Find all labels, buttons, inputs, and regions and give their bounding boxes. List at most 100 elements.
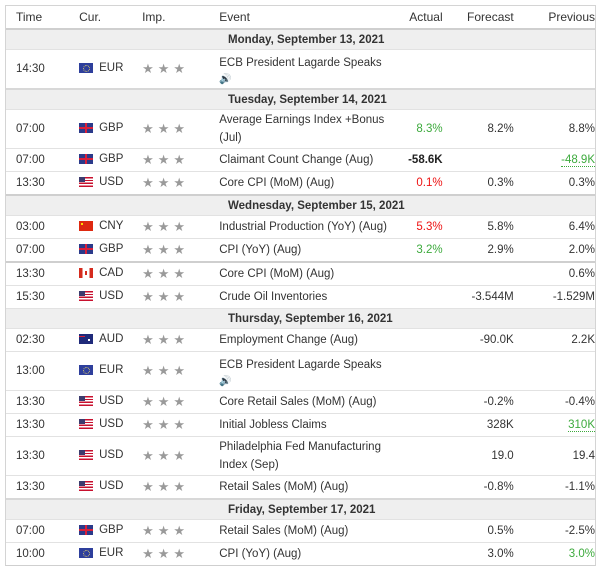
currency-code: GBP (99, 524, 124, 536)
event-name-cell[interactable]: Core Retail Sales (MoM) (Aug) (219, 390, 394, 414)
importance-stars-icon: ★★★ (142, 242, 190, 257)
importance-cell: ★★★ (142, 49, 220, 90)
event-currency-cell: CNY (79, 215, 143, 239)
cny-flag-icon (79, 221, 94, 231)
event-row[interactable]: 15:30 USD ★★★ Crude Oil Inventories -3.544M -… (6, 285, 595, 309)
event-row[interactable]: 13:30 USD ★★★ Initial Jobless Claims 328K 310… (6, 413, 595, 437)
event-previous: 19.4 (572, 450, 595, 462)
importance-cell: ★★★ (142, 390, 220, 414)
event-actual: -58.6K (408, 154, 443, 166)
col-currency-header[interactable]: Cur. (79, 6, 143, 30)
event-name[interactable]: Philadelphia Fed Manufacturing (219, 438, 394, 456)
currency: USD (79, 418, 123, 430)
currency-code: CAD (99, 267, 124, 279)
importance-cell: ★★★ (142, 328, 220, 352)
col-forecast-header[interactable]: Forecast (442, 6, 514, 30)
event-name[interactable]: Core Retail Sales (MoM) (Aug) (219, 393, 394, 411)
event-time: 13:30 (6, 261, 80, 286)
event-row[interactable]: 07:00 GBP ★★★ Retail Sales (MoM) (Aug) 0.5% -… (6, 519, 595, 543)
event-name-cell[interactable]: ECB President Lagarde Speaks 🔊 (219, 49, 394, 90)
event-previous: 8.8% (568, 123, 595, 135)
event-name-cell[interactable]: Philadelphia Fed Manufacturing Index (Sep… (219, 436, 394, 476)
importance-stars-icon: ★★★ (142, 417, 190, 432)
event-name-cell[interactable]: Average Earnings Index +Bonus (Jul) (219, 109, 394, 149)
currency: EUR (79, 364, 123, 376)
event-actual-cell (393, 285, 443, 309)
event-name[interactable]: Core CPI (MoM) (Aug) (219, 174, 394, 192)
event-previous-cell: -0.4% (513, 390, 595, 414)
event-row[interactable]: 07:00 GBP ★★★ Claimant Count Change (Aug) -5… (6, 148, 595, 172)
event-name-cell[interactable]: Industrial Production (YoY) (Aug) (219, 215, 394, 239)
event-row[interactable]: 07:00 GBP ★★★ CPI (YoY) (Aug) 3.2% 2.9% 2.0% (6, 238, 595, 263)
event-previous-cell: -1.529M (513, 285, 595, 309)
event-previous-cell: 2.2K (513, 328, 595, 352)
event-name-cell[interactable]: ECB President Lagarde Speaks 🔊 (219, 351, 394, 391)
event-name[interactable]: Retail Sales (MoM) (Aug) (219, 478, 394, 496)
event-name[interactable]: ECB President Lagarde Speaks (219, 356, 394, 374)
importance-stars-icon: ★★★ (142, 121, 190, 136)
event-name-continued[interactable]: (Jul) (219, 129, 394, 147)
usd-flag-icon (79, 177, 94, 187)
event-name[interactable]: Core CPI (MoM) (Aug) (219, 265, 394, 283)
event-row[interactable]: 14:30 EUR ★★★ ECB President Lagarde Speaks 🔊 (6, 49, 595, 90)
event-actual-cell: 8.3% (393, 109, 443, 149)
event-name-cell[interactable]: Crude Oil Inventories (219, 285, 394, 309)
event-name[interactable]: CPI (YoY) (Aug) (219, 241, 394, 259)
importance-cell: ★★★ (142, 285, 220, 309)
col-time-header[interactable]: Time (6, 6, 80, 30)
event-row[interactable]: 07:00 GBP ★★★ Average Earnings Index +Bonus… (6, 109, 595, 149)
event-name[interactable]: Industrial Production (YoY) (Aug) (219, 218, 394, 236)
event-row[interactable]: 13:30 USD ★★★ Core Retail Sales (MoM) (Aug)… (6, 390, 595, 414)
event-previous: 2.2K (571, 334, 595, 346)
event-row[interactable]: 13:30 CAD ★★★ Core CPI (MoM) (Aug) 0.6% (6, 261, 595, 286)
event-name-cell[interactable]: Core CPI (MoM) (Aug) (219, 261, 394, 286)
col-actual-header[interactable]: Actual (393, 6, 443, 30)
eur-flag-icon (79, 63, 94, 73)
event-forecast: 0.5% (442, 519, 514, 543)
day-label: Thursday, September 16, 2021 (228, 312, 393, 325)
event-currency-cell: GBP (79, 519, 143, 543)
currency: GBP (79, 122, 123, 134)
event-row[interactable]: 13:30 USD ★★★ Philadelphia Fed Manufacturin… (6, 436, 595, 476)
event-name[interactable]: Crude Oil Inventories (219, 288, 394, 306)
event-time: 07:00 (6, 148, 80, 172)
event-name-cell[interactable]: Claimant Count Change (Aug) (219, 148, 394, 172)
event-actual-cell (393, 436, 443, 476)
event-time: 13:30 (6, 436, 80, 476)
event-time: 15:30 (6, 285, 80, 309)
importance-cell: ★★★ (142, 413, 220, 437)
event-name-cell[interactable]: CPI (YoY) (Aug) (219, 238, 394, 263)
event-row[interactable]: 13:30 USD ★★★ Core CPI (MoM) (Aug) 0.1% 0.3% 0… (6, 171, 595, 196)
event-forecast: -0.2% (442, 390, 514, 414)
event-name-cell[interactable]: Core CPI (MoM) (Aug) (219, 171, 394, 196)
event-row[interactable]: 02:30 AUD ★★★ Employment Change (Aug) -90.0K… (6, 328, 595, 352)
gbp-flag-icon (79, 244, 94, 254)
event-name[interactable]: Employment Change (Aug) (219, 331, 394, 349)
event-name-cell[interactable]: Initial Jobless Claims (219, 413, 394, 437)
col-importance-header[interactable]: Imp. (142, 6, 220, 30)
event-row[interactable]: 13:00 EUR ★★★ ECB President Lagarde Speaks 🔊 (6, 351, 595, 391)
importance-stars-icon: ★★★ (142, 448, 190, 463)
gbp-flag-icon (79, 154, 94, 164)
event-name-cell[interactable]: Retail Sales (MoM) (Aug) (219, 519, 394, 543)
col-event-header[interactable]: Event (219, 6, 394, 30)
event-row[interactable]: 03:00 CNY ★★★ Industrial Production (YoY) (… (6, 215, 595, 239)
event-name[interactable]: Initial Jobless Claims (219, 416, 394, 434)
event-actual: 3.2% (416, 244, 443, 256)
usd-flag-icon (79, 450, 94, 460)
col-previous-header[interactable]: Previous (513, 6, 595, 30)
economic-calendar: Time Cur. Imp. Event Actual Forecast Pre… (5, 5, 596, 566)
event-name-cell[interactable]: Retail Sales (MoM) (Aug) (219, 475, 394, 500)
event-name[interactable]: ECB President Lagarde Speaks (219, 54, 394, 72)
event-name[interactable]: CPI (YoY) (Aug) (219, 545, 394, 563)
importance-stars-icon: ★★★ (142, 175, 190, 190)
event-previous: -1.1% (564, 481, 595, 493)
event-name-cell[interactable]: CPI (YoY) (Aug) (219, 542, 394, 565)
event-row[interactable]: 13:30 USD ★★★ Retail Sales (MoM) (Aug) -0.8%… (6, 475, 595, 500)
event-name[interactable]: Average Earnings Index +Bonus (219, 111, 394, 129)
event-name-cell[interactable]: Employment Change (Aug) (219, 328, 394, 352)
event-name[interactable]: Retail Sales (MoM) (Aug) (219, 522, 394, 540)
event-row[interactable]: 10:00 EUR ★★★ CPI (YoY) (Aug) 3.0% 3.0% (6, 542, 595, 565)
event-name[interactable]: Claimant Count Change (Aug) (219, 151, 394, 169)
event-name-continued[interactable]: Index (Sep) (219, 456, 394, 474)
